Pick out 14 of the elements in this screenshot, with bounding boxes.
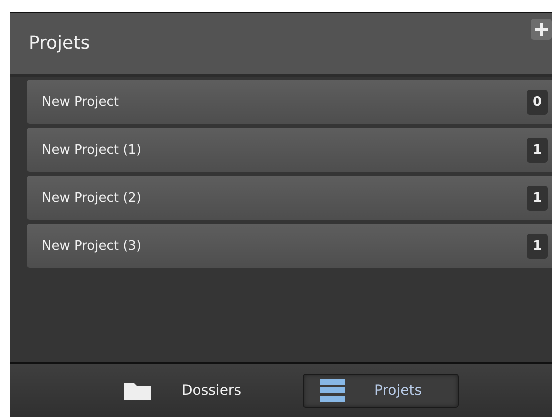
panel-title: Projets <box>29 33 90 54</box>
count-badge: 0 <box>526 90 548 114</box>
project-item[interactable]: New Project 0 <box>27 80 552 124</box>
count-badge: 1 <box>526 234 548 258</box>
tab[interactable]: Projets <box>302 374 459 408</box>
count-badge: 1 <box>526 138 548 162</box>
tab[interactable]: Dossiers <box>106 374 278 408</box>
count-badge: 1 <box>526 186 548 210</box>
project-item[interactable]: New Project (2) 1 <box>27 176 552 220</box>
list-icon <box>320 378 344 403</box>
add-button[interactable] <box>531 19 552 40</box>
project-item[interactable]: New Project (1) 1 <box>27 128 552 172</box>
folder-icon <box>123 380 152 400</box>
project-item[interactable]: New Project (3) 1 <box>27 224 552 268</box>
